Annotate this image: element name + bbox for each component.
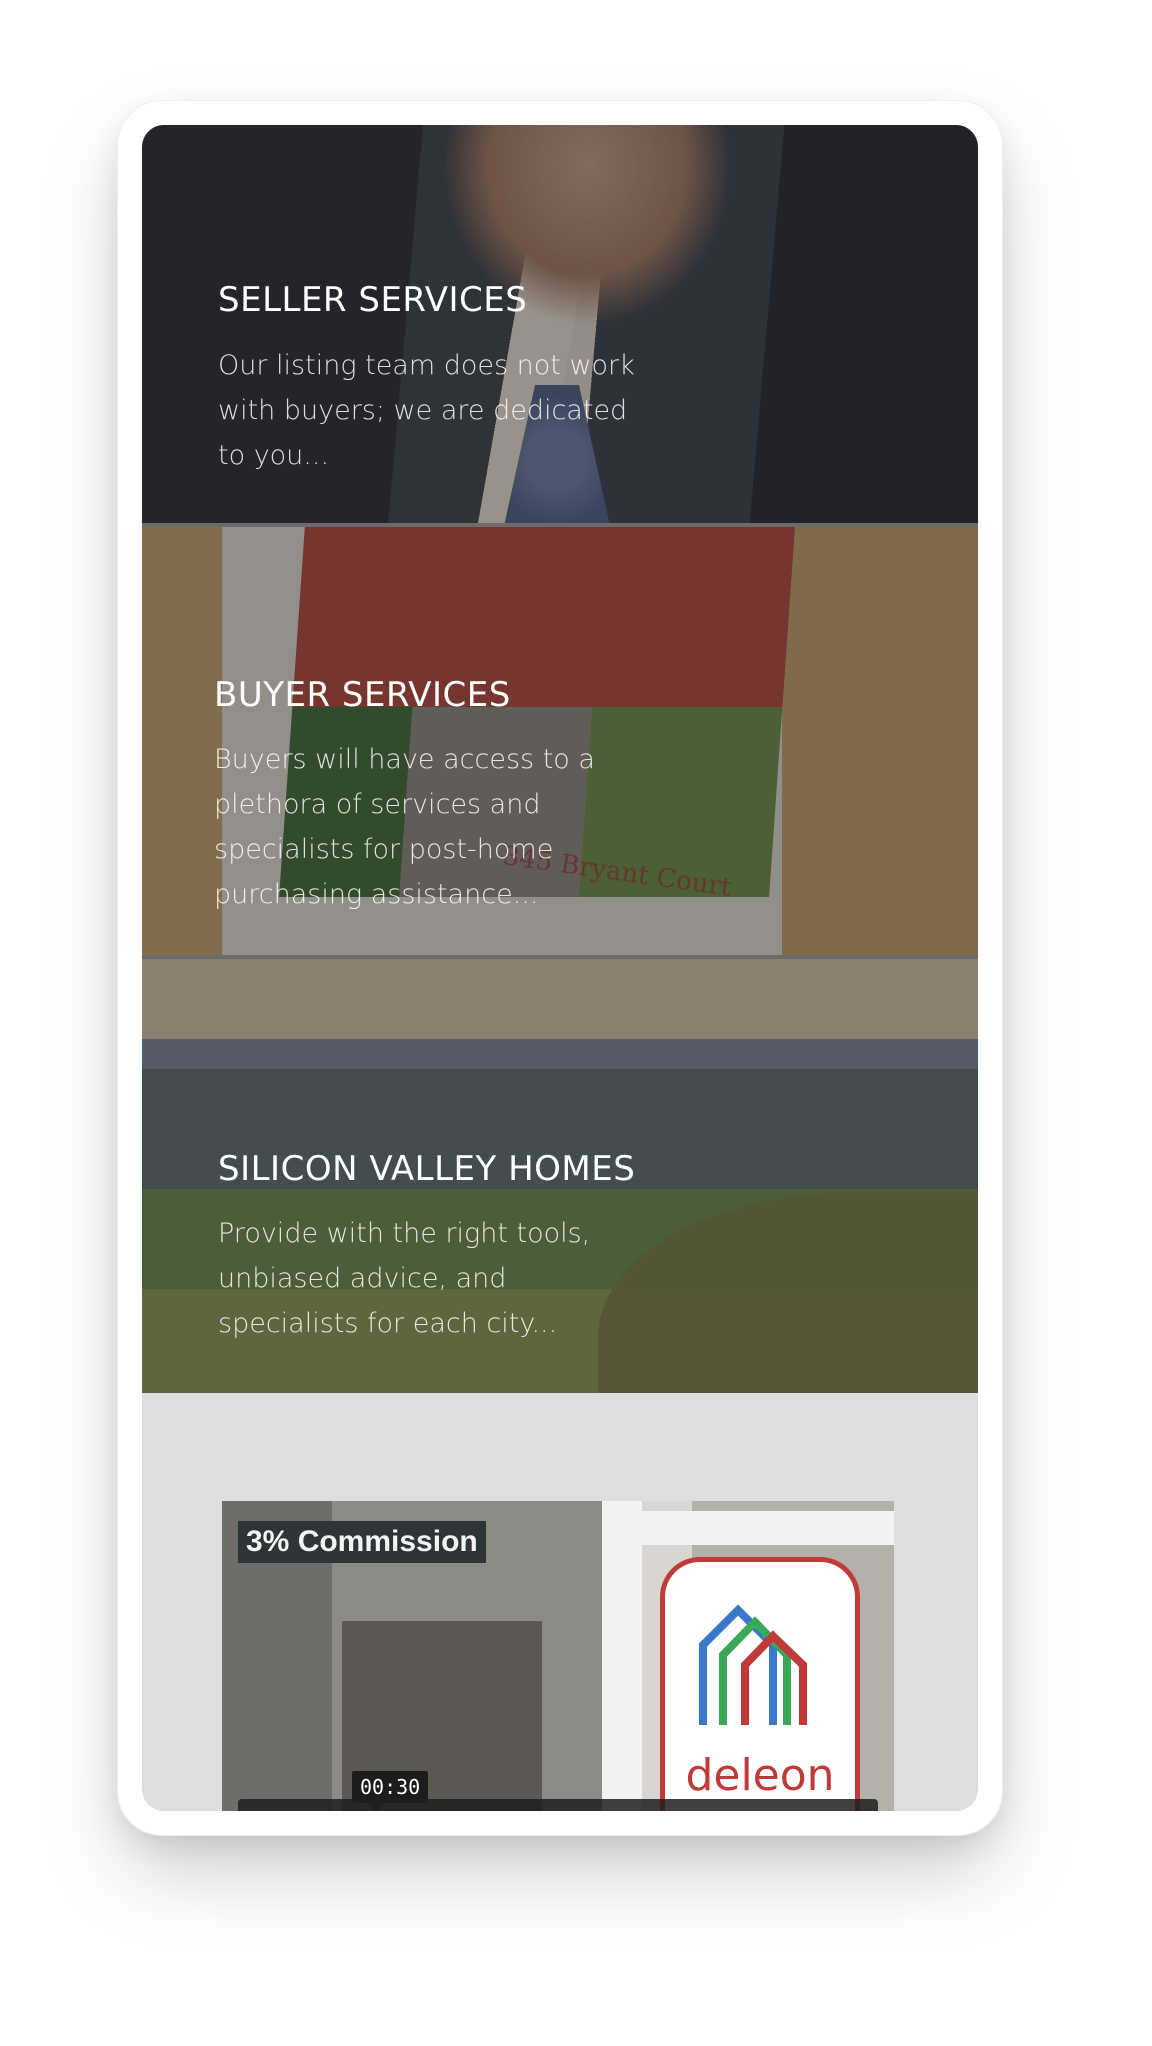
silicon-valley-homes-title[interactable]: SILICON VALLEY HOMES (218, 1149, 635, 1189)
deleon-logo-icon (699, 1604, 807, 1725)
sign-post (602, 1501, 642, 1811)
silicon-valley-homes-card[interactable]: SILICON VALLEY HOMES Provide with the ri… (142, 959, 978, 1393)
sign-beam (602, 1511, 894, 1545)
buyer-services-title[interactable]: BUYER SERVICES (214, 675, 511, 715)
sign-brand-text: deleon (685, 1750, 835, 1801)
video-controls[interactable] (238, 1799, 878, 1811)
silicon-valley-homes-description: Provide with the right tools, unbiased a… (218, 1218, 591, 1339)
seller-services-title[interactable]: SELLER SERVICES (218, 280, 527, 320)
screen: SELLER SERVICES Our listing team does no… (142, 125, 978, 1811)
commission-label: 3% Commission (238, 1521, 486, 1563)
buyer-services-card[interactable]: 345 Bryant Court BUYER SERVICES Buyers w… (142, 527, 978, 955)
video-section: deleon 3% Commission 00:30 (142, 1393, 978, 1811)
seller-services-description: Our listing team does not work with buye… (218, 350, 635, 471)
video-player[interactable]: deleon 3% Commission 00:30 (222, 1501, 894, 1811)
seller-services-card[interactable]: SELLER SERVICES Our listing team does no… (142, 125, 978, 523)
buyer-services-description: Buyers will have access to a plethora of… (214, 744, 595, 910)
deleon-sign: deleon (660, 1557, 860, 1811)
